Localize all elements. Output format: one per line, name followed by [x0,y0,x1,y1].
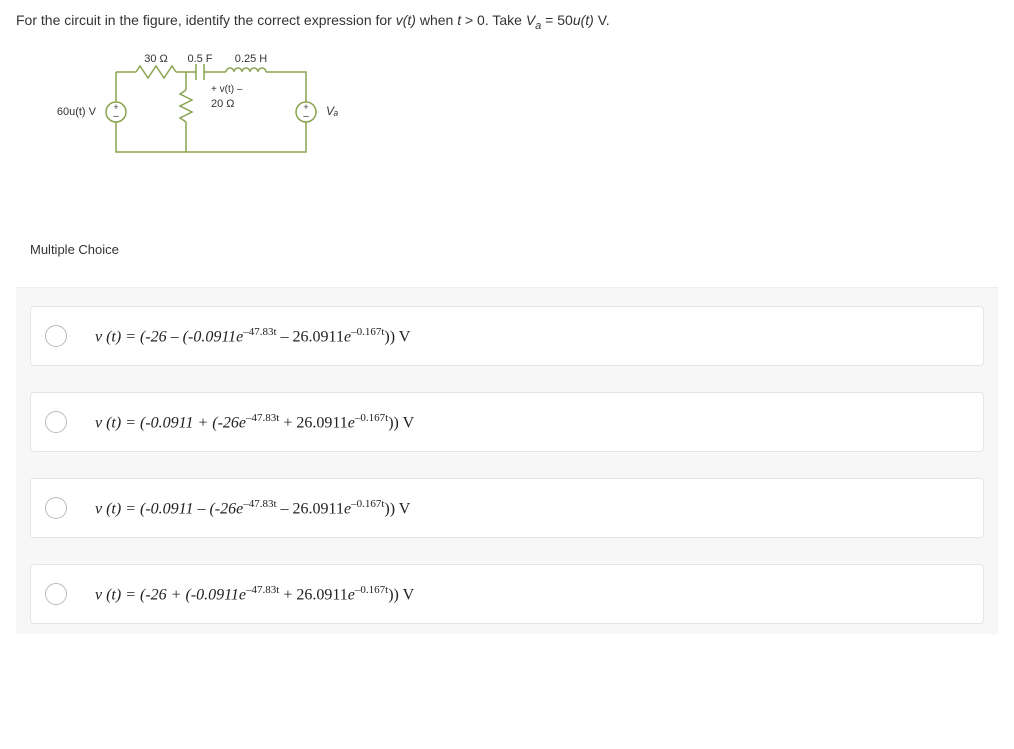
options-container: v (t) = (-26 – (-0.0911e–47.83t – 26.091… [16,287,998,634]
c-label: 0.5 F [187,53,212,65]
question-prompt: For the circuit in the figure, identify … [16,12,998,32]
radio-icon[interactable] [45,583,67,605]
option-c-text: v (t) = (-0.0911 – (-26e–47.83t – 26.091… [95,498,410,518]
option-a[interactable]: v (t) = (-26 – (-0.0911e–47.83t – 26.091… [30,306,984,366]
radio-icon[interactable] [45,497,67,519]
multiple-choice-label: Multiple Choice [16,232,998,267]
option-d[interactable]: v (t) = (-26 + (-0.0911e–47.83t + 26.091… [30,564,984,624]
l-label: 0.25 H [235,53,267,65]
option-a-text: v (t) = (-26 – (-0.0911e–47.83t – 26.091… [95,326,410,346]
radio-icon[interactable] [45,411,67,433]
option-c[interactable]: v (t) = (-0.0911 – (-26e–47.83t – 26.091… [30,478,984,538]
r1-label: 30 Ω [144,53,168,65]
option-b-text: v (t) = (-0.0911 + (-26e–47.83t + 26.091… [95,412,414,432]
option-b[interactable]: v (t) = (-0.0911 + (-26e–47.83t + 26.091… [30,392,984,452]
radio-icon[interactable] [45,325,67,347]
vt-label: + v(t) – [211,84,243,95]
right-src-label: Vₐ [326,104,338,118]
r2-label: 20 Ω [211,98,235,110]
svg-text:–: – [303,111,309,122]
option-d-text: v (t) = (-26 + (-0.0911e–47.83t + 26.091… [95,584,414,604]
left-src-label: 60u(t) V [57,106,97,118]
circuit-diagram: + – + – 30 Ω 0.5 F 0.25 H + v(t) – 20 Ω … [36,52,998,172]
svg-text:–: – [113,111,119,122]
